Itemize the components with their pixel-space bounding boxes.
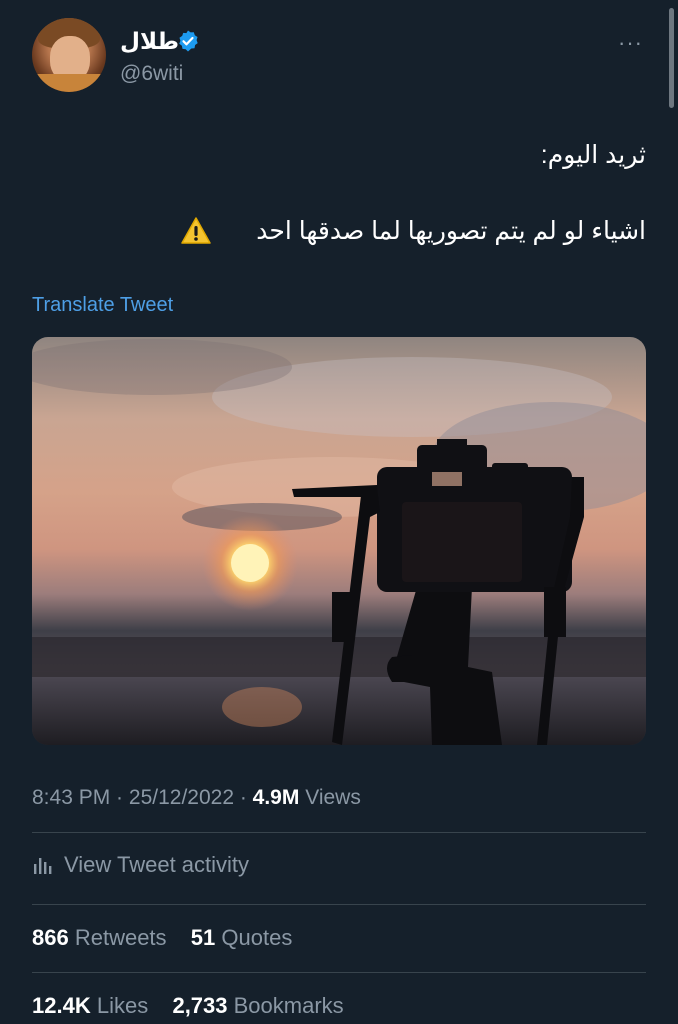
verified-badge-icon: [179, 30, 198, 52]
meta-separator: ·: [234, 786, 253, 809]
warning-icon: [181, 217, 211, 244]
retweets-count: 866: [32, 925, 69, 950]
author-handle[interactable]: @6witi: [120, 62, 183, 86]
tweet-text-line-2: اشياء لو لم يتم تصوريها لما صدقها احد: [256, 217, 646, 245]
view-tweet-activity-label: View Tweet activity: [64, 852, 250, 877]
quotes-stat[interactable]: 51 Quotes: [191, 925, 293, 950]
tweet-date[interactable]: 25/12/2022: [129, 786, 234, 809]
likes-count: 12.4K: [32, 993, 91, 1018]
likes-stat[interactable]: 12.4K Likes: [32, 993, 148, 1018]
views-label: Views: [299, 786, 361, 809]
translate-tweet-link[interactable]: Translate Tweet: [32, 294, 173, 317]
avatar-shirt: [32, 74, 106, 92]
author-name[interactable]: طلال: [120, 28, 179, 55]
scrollbar[interactable]: [669, 8, 674, 108]
sunset-camera-photo: [32, 339, 646, 745]
retweets-stat[interactable]: 866 Retweets: [32, 925, 167, 950]
avatar[interactable]: [32, 18, 106, 92]
tweet-photo[interactable]: [32, 337, 646, 745]
meta-separator: ·: [110, 786, 129, 809]
tweet-text-line-1: ثريد اليوم:: [540, 141, 646, 169]
bookmarks-stat[interactable]: 2,733 Bookmarks: [172, 993, 343, 1018]
engagement-row-2: 12.4K Likes 2,733 Bookmarks: [32, 993, 344, 1019]
tweet-meta: 8:43 PM · 25/12/2022 · 4.9M Views: [32, 786, 361, 810]
retweets-label: Retweets: [68, 925, 167, 950]
quotes-count: 51: [190, 925, 216, 950]
bookmarks-label: Bookmarks: [227, 993, 344, 1018]
divider: [32, 972, 646, 973]
bookmarks-count: 2,733: [172, 993, 228, 1018]
engagement-row-1: 866 Retweets 51 Quotes: [32, 925, 292, 951]
quotes-label: Quotes: [215, 925, 293, 950]
more-options-icon[interactable]: ···: [618, 30, 643, 56]
views-count: 4.9M: [252, 786, 300, 809]
tweet-time[interactable]: 8:43 PM: [32, 786, 110, 809]
view-tweet-activity-button[interactable]: View Tweet activity: [32, 852, 249, 878]
divider: [32, 832, 646, 833]
likes-label: Likes: [90, 993, 149, 1018]
chart-bars-icon: [34, 858, 52, 874]
divider: [32, 904, 646, 905]
